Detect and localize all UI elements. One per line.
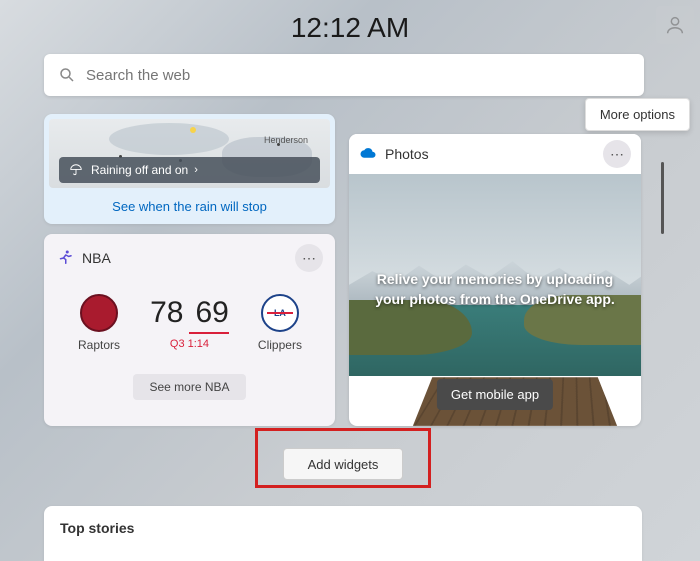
add-widgets-button[interactable]: Add widgets — [283, 448, 403, 480]
photos-hero-image: Relive your memories by uploading your p… — [349, 174, 641, 426]
ellipsis-icon: ⋯ — [610, 146, 624, 163]
nba-more-button[interactable]: ⋯ — [295, 244, 323, 272]
raptors-logo-icon — [80, 294, 118, 332]
umbrella-icon — [69, 163, 83, 177]
running-icon — [56, 249, 74, 267]
team-a[interactable]: Raptors — [64, 294, 134, 352]
search-bar[interactable] — [44, 54, 644, 96]
nba-title: NBA — [82, 250, 111, 266]
scrollbar[interactable] — [661, 162, 664, 234]
top-stories-title: Top stories — [60, 520, 626, 536]
more-options-tooltip: More options — [585, 98, 690, 131]
search-input[interactable] — [86, 67, 630, 84]
team-b-name: Clippers — [258, 338, 302, 352]
search-icon — [58, 66, 76, 84]
weather-status-bar[interactable]: Raining off and on › — [59, 157, 320, 183]
photos-more-button[interactable]: ⋯ — [603, 140, 631, 168]
weather-map[interactable]: Henderson Raining off and on › — [44, 114, 335, 188]
photos-widget[interactable]: Photos ⋯ Relive your memories by uploadi… — [349, 134, 641, 426]
team-a-score: 78 — [150, 296, 183, 330]
chevron-right-icon: › — [194, 164, 198, 176]
photos-title: Photos — [385, 146, 429, 162]
weather-forecast-link[interactable]: See when the rain will stop — [44, 188, 335, 224]
sun-icon — [190, 127, 196, 133]
team-b[interactable]: LA Clippers — [245, 294, 315, 352]
game-period: Q3 1:14 — [170, 338, 209, 350]
nba-scoreboard: Raptors 78 69 Q3 1:14 LA Clippers — [56, 294, 323, 352]
clock: 12:12 AM — [0, 12, 700, 44]
cloud-icon — [359, 145, 377, 163]
profile-button[interactable] — [656, 6, 694, 44]
weather-widget[interactable]: Henderson Raining off and on › See when … — [44, 114, 335, 224]
see-more-nba-button[interactable]: See more NBA — [133, 374, 245, 400]
weather-location-label: Henderson — [264, 135, 308, 145]
photos-overlay-text: Relive your memories by uploading your p… — [349, 270, 641, 309]
team-a-name: Raptors — [78, 338, 120, 352]
ellipsis-icon: ⋯ — [302, 250, 316, 267]
team-b-score: 69 — [195, 296, 228, 330]
nba-widget[interactable]: NBA ⋯ Raptors 78 69 Q3 1:14 LA Clippers … — [44, 234, 335, 426]
person-icon — [664, 14, 686, 36]
top-stories-widget[interactable]: Top stories — [44, 506, 642, 561]
clippers-logo-icon: LA — [261, 294, 299, 332]
weather-status-text: Raining off and on — [91, 163, 188, 177]
get-mobile-app-button[interactable]: Get mobile app — [437, 379, 553, 410]
